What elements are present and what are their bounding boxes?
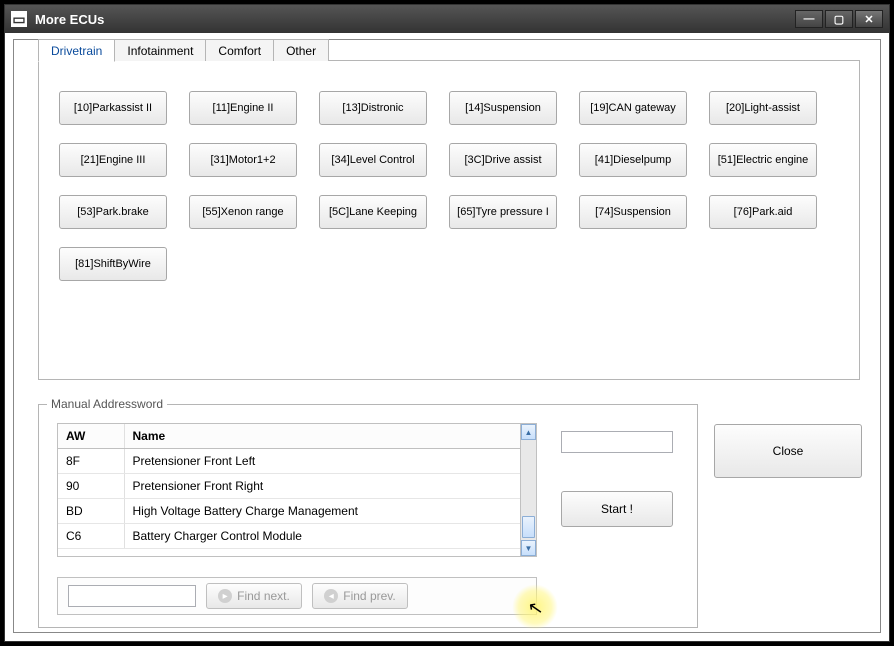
ecu-button[interactable]: [53]Park.brake — [59, 195, 167, 229]
titlebar: ▭ More ECUs — ▢ ✕ — [5, 5, 889, 33]
cell-aw: BD — [58, 499, 124, 524]
tab-other[interactable]: Other — [273, 39, 329, 61]
ecu-button[interactable]: [3C]Drive assist — [449, 143, 557, 177]
ecu-button[interactable]: [14]Suspension — [449, 91, 557, 125]
address-table: AW Name 8FPretensioner Front Left90Prete… — [58, 424, 520, 549]
search-input[interactable] — [68, 585, 196, 607]
scroll-thumb[interactable] — [522, 516, 535, 538]
table-scrollbar[interactable]: ▲ ▼ — [520, 424, 536, 556]
scroll-track[interactable] — [521, 440, 536, 540]
ecu-button[interactable]: [21]Engine III — [59, 143, 167, 177]
group-legend: Manual Addressword — [47, 397, 167, 411]
find-next-label: Find next. — [237, 589, 290, 603]
ecu-tab-panel: DrivetrainInfotainmentComfortOther [10]P… — [38, 60, 860, 380]
table-row[interactable]: BDHigh Voltage Battery Charge Management — [58, 499, 520, 524]
cell-aw: 8F — [58, 449, 124, 474]
find-next-button[interactable]: ▸ Find next. — [206, 583, 302, 609]
cell-name: Pretensioner Front Left — [124, 449, 520, 474]
cell-name: Battery Charger Control Module — [124, 524, 520, 549]
tab-drivetrain[interactable]: Drivetrain — [38, 39, 115, 62]
search-bar: ▸ Find next. ◂ Find prev. — [57, 577, 537, 615]
address-input[interactable] — [561, 431, 673, 453]
ecu-button[interactable]: [19]CAN gateway — [579, 91, 687, 125]
col-name[interactable]: Name — [124, 424, 520, 449]
cell-aw: C6 — [58, 524, 124, 549]
tab-row: DrivetrainInfotainmentComfortOther — [38, 39, 328, 61]
table-row[interactable]: 8FPretensioner Front Left — [58, 449, 520, 474]
ecu-button[interactable]: [41]Dieselpump — [579, 143, 687, 177]
ecu-button[interactable]: [65]Tyre pressure I — [449, 195, 557, 229]
close-button[interactable]: Close — [714, 424, 862, 478]
app-window: ▭ More ECUs — ▢ ✕ DrivetrainInfotainment… — [4, 4, 890, 642]
address-table-container: AW Name 8FPretensioner Front Left90Prete… — [57, 423, 537, 557]
cell-name: Pretensioner Front Right — [124, 474, 520, 499]
start-button[interactable]: Start ! — [561, 491, 673, 527]
close-label: Close — [773, 444, 804, 458]
cell-name: High Voltage Battery Charge Management — [124, 499, 520, 524]
maximize-button[interactable]: ▢ — [825, 10, 853, 28]
minimize-button[interactable]: — — [795, 10, 823, 28]
table-row[interactable]: 90Pretensioner Front Right — [58, 474, 520, 499]
ecu-button[interactable]: [31]Motor1+2 — [189, 143, 297, 177]
ecu-grid: [10]Parkassist II [11]Engine II [13]Distro… — [39, 61, 859, 301]
ecu-button[interactable]: [20]Light-assist — [709, 91, 817, 125]
ecu-button[interactable]: [55]Xenon range — [189, 195, 297, 229]
ecu-button[interactable]: [51]Electric engine — [709, 143, 817, 177]
app-icon: ▭ — [11, 11, 27, 27]
ecu-button[interactable]: [11]Engine II — [189, 91, 297, 125]
window-close-button[interactable]: ✕ — [855, 10, 883, 28]
table-row[interactable]: C6Battery Charger Control Module — [58, 524, 520, 549]
ecu-button[interactable]: [34]Level Control — [319, 143, 427, 177]
tab-comfort[interactable]: Comfort — [205, 39, 274, 61]
ecu-button[interactable]: [10]Parkassist II — [59, 91, 167, 125]
manual-addressword-group: Manual Addressword AW Name 8FPretensione… — [38, 404, 698, 628]
arrow-right-icon: ▸ — [218, 589, 232, 603]
cell-aw: 90 — [58, 474, 124, 499]
tab-infotainment[interactable]: Infotainment — [114, 39, 206, 61]
scroll-down-icon[interactable]: ▼ — [521, 540, 536, 556]
scroll-up-icon[interactable]: ▲ — [521, 424, 536, 440]
ecu-button[interactable]: [74]Suspension — [579, 195, 687, 229]
col-aw[interactable]: AW — [58, 424, 124, 449]
window-title: More ECUs — [35, 12, 795, 27]
find-prev-button[interactable]: ◂ Find prev. — [312, 583, 408, 609]
ecu-button[interactable]: [81]ShiftByWire — [59, 247, 167, 281]
ecu-button[interactable]: [5C]Lane Keeping — [319, 195, 427, 229]
client-area: DrivetrainInfotainmentComfortOther [10]P… — [13, 39, 881, 633]
ecu-button[interactable]: [13]Distronic — [319, 91, 427, 125]
find-prev-label: Find prev. — [343, 589, 395, 603]
start-label: Start ! — [601, 502, 633, 516]
arrow-left-icon: ◂ — [324, 589, 338, 603]
ecu-button[interactable]: [76]Park.aid — [709, 195, 817, 229]
